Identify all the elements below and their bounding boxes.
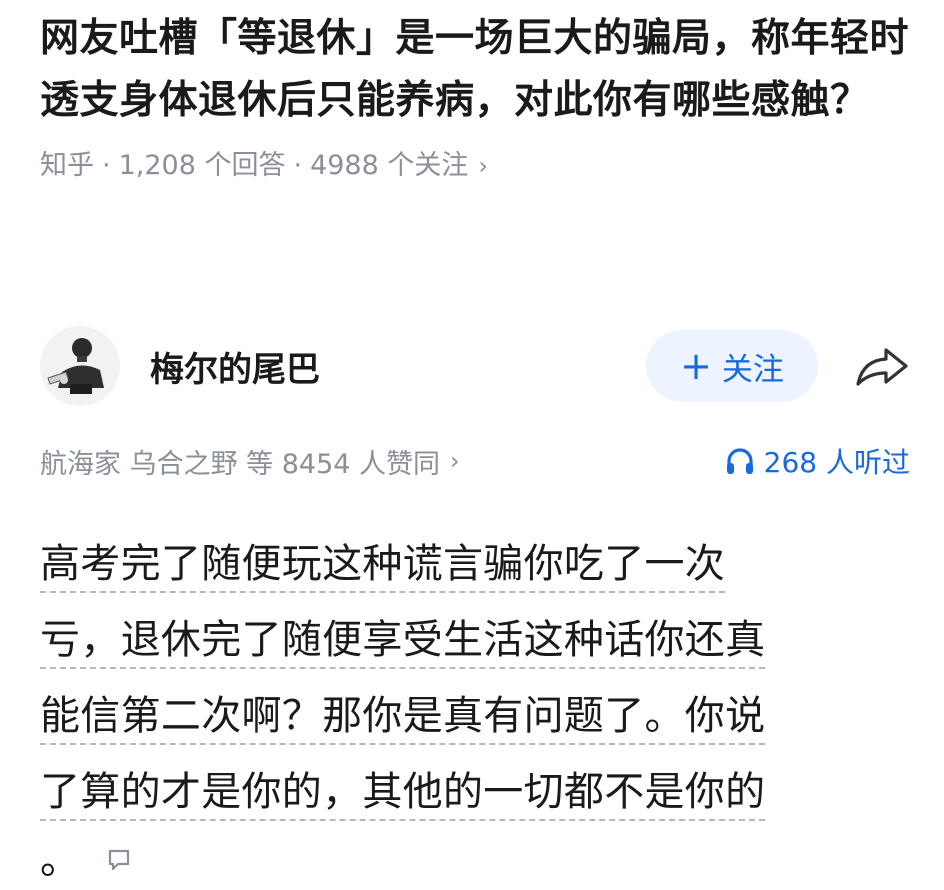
- meta-separator: ·: [293, 150, 303, 181]
- answer-line: 能信第二次啊？那你是真有问题了。你说: [40, 678, 920, 754]
- meta-separator: ·: [102, 150, 111, 181]
- comment-icon[interactable]: [106, 847, 132, 873]
- answer-tail-text: 。: [40, 837, 80, 883]
- listen-count: 268 人听过: [763, 446, 910, 479]
- answer-count: 1,208 个回答: [118, 150, 286, 181]
- chevron-right-icon: ›: [450, 447, 460, 475]
- follow-label: 关注: [721, 351, 784, 388]
- question-title[interactable]: 网友吐槽「等退休」是一场巨大的骗局，称年轻时透支身体退休后只能养病，对此你有哪些…: [40, 8, 910, 132]
- avatar-image: [40, 326, 120, 406]
- follow-button[interactable]: + 关注: [646, 330, 818, 402]
- answer-stats: 航海家 乌合之野 等 8454 人赞同 › 268 人听过: [40, 441, 910, 481]
- answer-body[interactable]: 高考完了随便玩这种谎言骗你吃了一次 亏，退休完了随便享受生活这种话你还真 能信第…: [40, 526, 920, 890]
- author-name[interactable]: 梅尔的尾巴: [150, 342, 646, 391]
- question-meta[interactable]: 知乎 · 1,208 个回答 · 4988 个关注 ›: [40, 146, 910, 186]
- question-header: 网友吐槽「等退休」是一场巨大的骗局，称年轻时透支身体退休后只能养病，对此你有哪些…: [40, 8, 910, 186]
- chevron-right-icon: ›: [478, 152, 488, 180]
- source-label: 知乎: [40, 150, 94, 181]
- avatar[interactable]: [40, 326, 120, 406]
- answer-line: 了算的才是你的，其他的一切都不是你的: [40, 754, 920, 830]
- listen-button[interactable]: 268 人听过: [724, 441, 910, 481]
- answer-line: 高考完了随便玩这种谎言骗你吃了一次: [40, 526, 920, 602]
- plus-icon: +: [680, 344, 712, 388]
- headphone-icon: [726, 448, 753, 474]
- endorsement-text[interactable]: 航海家 乌合之野 等 8454 人赞同: [40, 442, 440, 481]
- answer-tail: 。: [40, 830, 920, 890]
- answer-line: 亏，退休完了随便享受生活这种话你还真: [40, 602, 920, 678]
- author-bar: 梅尔的尾巴 + 关注: [40, 322, 910, 410]
- share-icon[interactable]: [854, 344, 910, 388]
- follower-count: 4988 个关注: [310, 150, 469, 181]
